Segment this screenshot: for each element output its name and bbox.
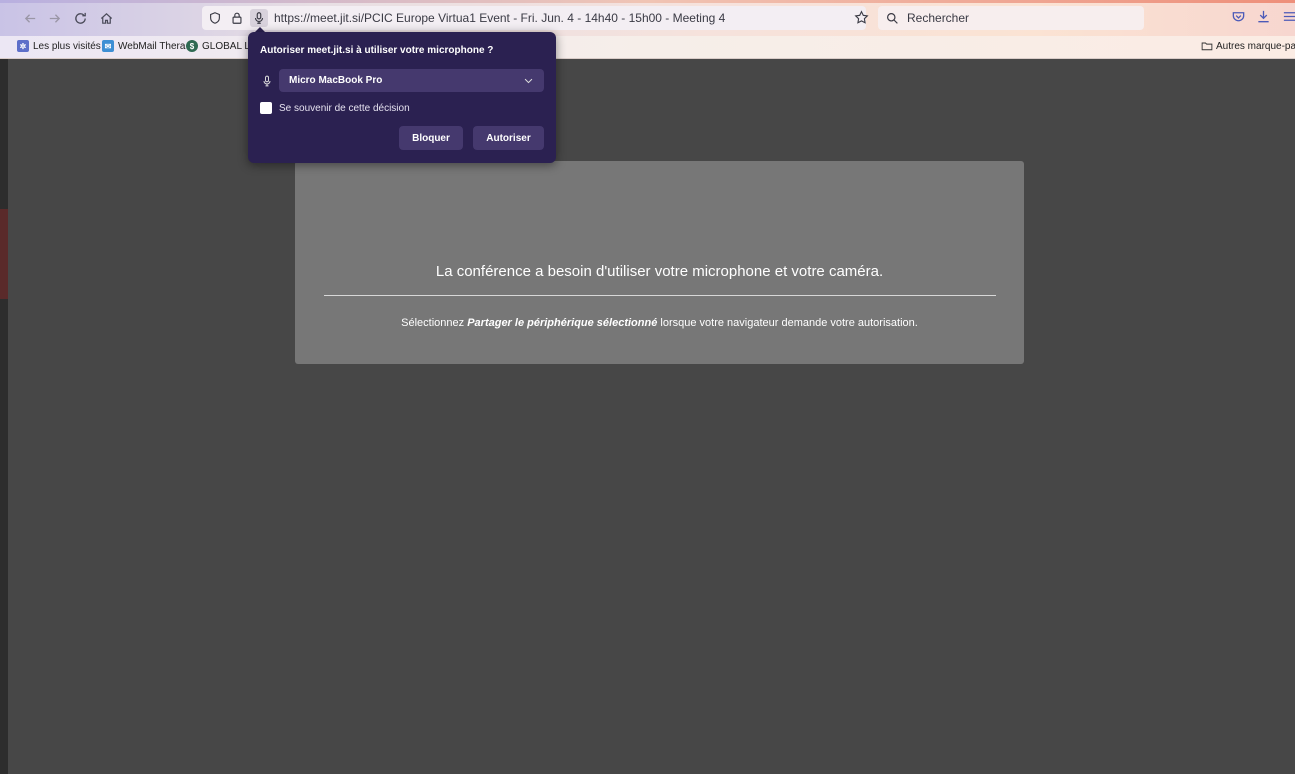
card-sub-emphasis: Partager le périphérique sélectionné — [467, 317, 658, 329]
url-domain: https://meet.jit.si/ — [274, 11, 365, 25]
lock-icon[interactable] — [228, 9, 246, 27]
reload-button[interactable] — [70, 8, 90, 28]
forward-button[interactable] — [44, 8, 64, 28]
search-icon — [887, 12, 898, 24]
card-divider — [324, 295, 996, 296]
download-icon[interactable] — [1256, 9, 1271, 29]
reload-icon — [74, 12, 86, 24]
gear-icon: ✲ — [17, 40, 29, 52]
bookmarks-bar: ✲ Les plus visités ✉ WebMail Thera $ GLO… — [0, 36, 1295, 59]
bookmark-webmail[interactable]: ✉ WebMail Thera — [102, 40, 185, 52]
arrow-left-icon — [24, 13, 35, 23]
url-bar[interactable]: https://meet.jit.si/PCIC Europe Virtua1 … — [202, 6, 866, 30]
bookmark-global[interactable]: $ GLOBAL LI — [186, 40, 253, 52]
chevron-down-icon — [524, 78, 533, 84]
shield-icon[interactable] — [206, 9, 224, 27]
folder-icon — [1201, 42, 1213, 51]
bookmark-label: Les plus visités — [33, 40, 101, 52]
bookmark-label: WebMail Thera — [118, 40, 186, 52]
microphone-icon — [263, 75, 271, 87]
card-subtitle: Sélectionnez Partager le périphérique sé… — [295, 317, 1024, 329]
menu-icon[interactable] — [1282, 9, 1295, 29]
sidebar-strip-accent — [0, 209, 8, 299]
allow-button[interactable]: Autoriser — [473, 126, 544, 150]
globe-icon: $ — [186, 40, 198, 52]
mail-icon: ✉ — [102, 40, 114, 52]
permission-instructions-card: La conférence a besoin d'utiliser votre … — [295, 161, 1024, 364]
permission-popup: Autoriser meet.jit.si à utiliser votre m… — [248, 32, 556, 163]
search-placeholder: Rechercher — [907, 11, 970, 25]
arrow-right-icon — [49, 13, 60, 23]
bookmark-label: GLOBAL LI — [202, 40, 253, 52]
bookmark-most-visited[interactable]: ✲ Les plus visités — [17, 40, 101, 52]
card-title: La conférence a besoin d'utiliser votre … — [435, 263, 884, 280]
browser-toolbar: https://meet.jit.si/PCIC Europe Virtua1 … — [0, 0, 1295, 36]
home-button[interactable] — [96, 8, 116, 28]
remember-label: Se souvenir de cette décision — [279, 103, 410, 114]
block-button[interactable]: Bloquer — [399, 126, 463, 150]
toolbar-accent-line — [0, 0, 1295, 3]
microphone-permission-icon[interactable] — [250, 9, 268, 27]
back-button[interactable] — [20, 8, 40, 28]
card-sub-prefix: Sélectionnez — [401, 317, 468, 329]
remember-checkbox[interactable] — [260, 102, 272, 114]
bookmark-other[interactable]: Autres marque-page — [1201, 40, 1295, 52]
search-input[interactable]: Rechercher — [878, 6, 1144, 30]
bookmark-label: Autres marque-page — [1216, 40, 1295, 52]
microphone-select[interactable]: Micro MacBook Pro — [279, 69, 544, 92]
bookmark-star-icon[interactable] — [854, 10, 869, 30]
url-text: https://meet.jit.si/PCIC Europe Virtua1 … — [274, 11, 725, 25]
card-sub-suffix: lorsque votre navigateur demande votre a… — [657, 317, 918, 329]
url-path: PCIC Europe Virtua1 Event - Fri. Jun. 4 … — [364, 11, 726, 25]
sidebar-strip — [0, 59, 8, 774]
home-icon — [100, 12, 112, 24]
popup-title: Autoriser meet.jit.si à utiliser votre m… — [260, 45, 494, 56]
microphone-select-value: Micro MacBook Pro — [289, 75, 383, 86]
pocket-icon[interactable] — [1231, 9, 1246, 29]
